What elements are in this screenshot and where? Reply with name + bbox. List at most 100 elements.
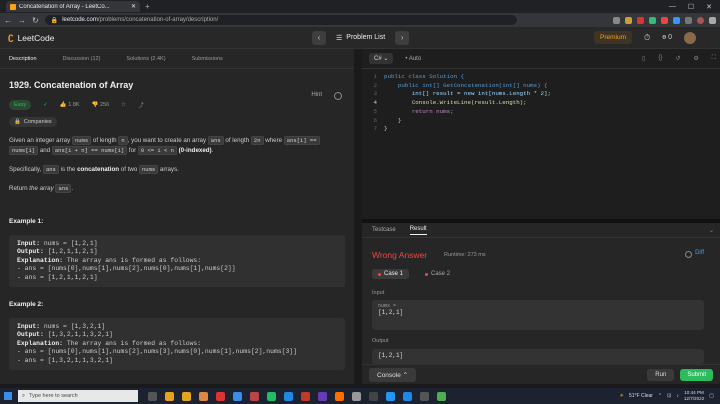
profile-icon[interactable] [697,16,704,24]
next-problem-button[interactable]: › [395,30,410,45]
extension-icon[interactable] [637,16,644,24]
run-button[interactable]: Run [647,368,675,381]
console-button[interactable]: Console ⌃ [369,367,417,382]
dislike-count: 256 [99,102,110,108]
diff-toggle[interactable]: Diff [695,250,704,256]
illustrator-icon[interactable] [335,391,344,401]
result-tabs: Testcase Result [362,223,720,238]
task-view-icon[interactable] [148,391,157,401]
text: Given an integer array [9,137,72,144]
premium-button[interactable]: Premium [594,31,633,44]
case-1-tab[interactable]: Case 1 [372,269,410,279]
inline-code: nums[i] [9,146,39,155]
braces-icon[interactable]: {} [658,55,662,62]
fullscreen-icon[interactable]: ⛶ [712,55,716,62]
settings-icon[interactable]: ⚙ [693,55,698,62]
mode-label: Auto [408,55,422,62]
explanation-line: - ans = [1,2,1,1,2,1] [17,273,98,281]
collapse-panel-icon[interactable]: ⌄ [709,227,714,234]
minimize-icon[interactable]: — [669,3,676,11]
vscode-icon[interactable] [284,391,293,401]
tab-testcase[interactable]: Testcase [372,227,396,233]
clock[interactable]: 10:44 PM 12/7/2022 [684,390,704,402]
share-icon[interactable] [613,16,620,24]
tray-chevron-icon[interactable]: ⌃ [658,393,662,399]
extension-icon[interactable] [649,16,656,24]
streak-counter[interactable]: ɵ0 [662,34,672,41]
like-button[interactable]: 👍 1.8K [60,102,80,108]
folder-icon[interactable] [182,391,191,401]
windows-start-icon[interactable] [4,392,12,400]
hint-button[interactable]: Hint [311,92,322,98]
volume-icon[interactable]: ♪ [676,393,679,399]
star-icon[interactable] [625,16,632,24]
tab-discussion[interactable]: Discussion (12) [63,56,101,62]
puzzle-icon[interactable] [685,16,692,24]
visual-studio-icon[interactable] [318,391,327,401]
line-number: 6 [373,116,377,124]
problem-list-button[interactable]: ☰ Problem List [336,34,385,42]
timer-icon[interactable]: ⏱ [644,33,650,43]
weather-icon[interactable]: ☀ [619,393,623,399]
app-icon[interactable] [250,391,259,401]
weather-text[interactable]: 51°F Clear [629,393,653,399]
avatar[interactable] [684,31,697,44]
app-icon[interactable] [369,391,378,401]
browser-tab[interactable]: Concatenation of Array - LeetCo... ✕ [6,1,140,12]
forward-icon[interactable]: → [18,16,26,25]
extension-icon[interactable] [673,16,680,24]
app-icon[interactable] [403,391,412,401]
back-icon[interactable]: ← [4,16,12,25]
info-icon[interactable] [685,251,692,258]
notification-icon[interactable]: ▢ [709,393,714,399]
favorite-star-icon[interactable]: ☆ [121,102,126,108]
share-icon[interactable]: ⤴ [138,101,144,109]
menu-kebab-icon[interactable] [709,16,716,24]
firefox-icon[interactable] [199,391,208,401]
app-icon[interactable] [420,391,429,401]
url-field[interactable]: 🔒 leetcode.com/problems/concatenation-of… [44,15,517,25]
submit-button[interactable]: Submit [680,368,713,381]
chrome-icon[interactable] [165,391,174,401]
bookmark-icon[interactable]: ▯ [642,55,645,62]
inline-code: ans[i + n] == nums[i] [51,146,128,155]
case-2-tab[interactable]: Case 2 [419,269,456,279]
tab-solutions[interactable]: Solutions (2.4K) [126,56,165,62]
reset-icon[interactable]: ↺ [675,55,680,62]
logo-text: LeetCode [17,32,55,43]
network-icon[interactable]: ⊡ [667,393,671,399]
auto-mode-toggle[interactable]: • Auto [405,56,421,62]
app-icon[interactable] [267,391,276,401]
thumbs-up-icon: 👍 [59,102,67,108]
case-tabs: Case 1 Case 2 [372,269,456,279]
prev-problem-button[interactable]: ‹ [312,30,326,45]
output-value-box: [1,2,1] [372,349,704,364]
taskbar-search[interactable]: ⌕ Type here to search [18,390,138,402]
taskbar: ⌕ Type here to search ☀ 51°F Clear ⌃ ⊡ ♪… [0,388,720,404]
dislike-button[interactable]: 👎 256 [92,102,110,108]
text: where [263,137,284,144]
app-icon[interactable] [437,391,446,401]
app-icon[interactable] [386,391,395,401]
companies-tag[interactable]: 🔒 Companies [9,117,57,127]
close-tab-icon[interactable]: ✕ [131,3,136,10]
inline-code: 2n [250,136,264,145]
close-window-icon[interactable]: ✕ [706,3,712,11]
brave-icon[interactable] [216,391,225,401]
leetcode-logo[interactable]: ʗ LeetCode [8,32,54,43]
text: Return [9,185,30,192]
reload-icon[interactable]: ↻ [32,16,39,25]
tab-result[interactable]: Result [409,226,427,235]
more-options-icon[interactable] [334,92,342,100]
extension-icon[interactable] [661,16,668,24]
text: of two [119,166,139,173]
edge-icon[interactable] [233,391,242,401]
tab-description[interactable]: Description [9,56,37,62]
tab-submissions[interactable]: Submissions [192,56,223,62]
new-tab-icon[interactable]: + [145,2,150,11]
language-select[interactable]: C# ⌄ [369,53,394,64]
maximize-icon[interactable]: ☐ [688,3,694,11]
app-icon[interactable] [352,391,361,401]
app-icon[interactable] [301,391,310,401]
code-area[interactable]: 1 2 3 4 5 6 7 public class Solution { pu… [362,73,720,223]
